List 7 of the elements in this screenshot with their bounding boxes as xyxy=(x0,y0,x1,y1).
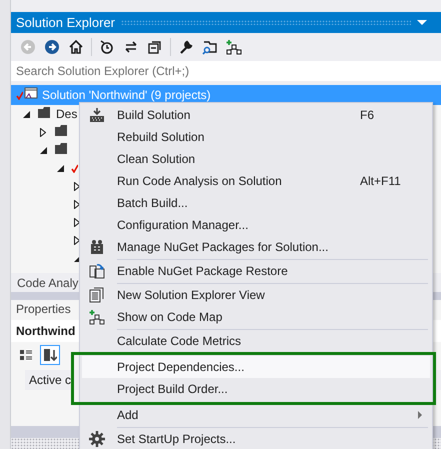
shortcut-label: F6 xyxy=(360,108,376,122)
property-name: Active c xyxy=(29,373,72,387)
panel-title: Solution Explorer xyxy=(16,15,115,30)
tree-label: Solution 'Northwind' (9 projects) xyxy=(41,88,211,102)
properties-title: Properties xyxy=(16,302,71,316)
shortcut-label: Alt+F11 xyxy=(360,174,402,188)
tree-label: Des xyxy=(55,107,78,121)
